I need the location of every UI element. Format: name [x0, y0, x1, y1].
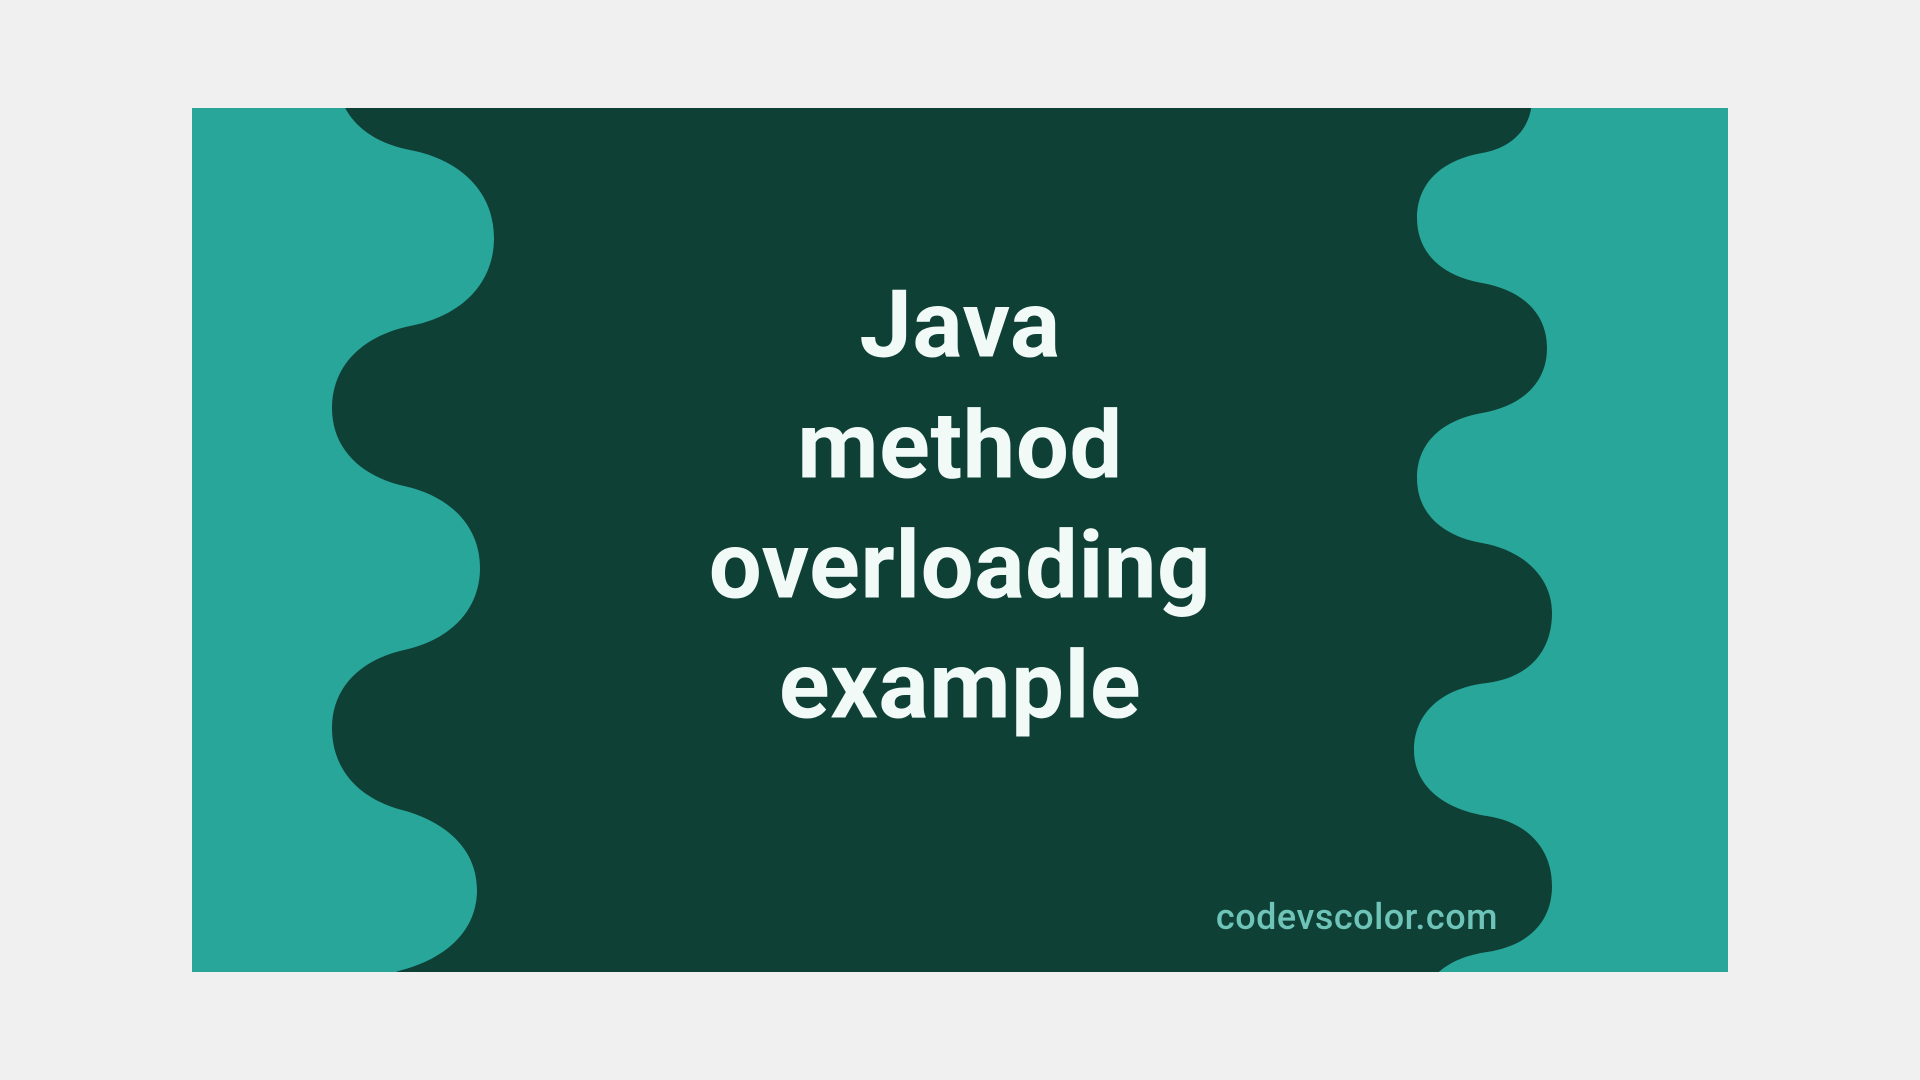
banner-graphic: Java method overloading example codevsco… [192, 108, 1728, 972]
banner-title: Java method overloading example [709, 265, 1212, 746]
banner-watermark: codevscolor.com [1216, 896, 1498, 938]
